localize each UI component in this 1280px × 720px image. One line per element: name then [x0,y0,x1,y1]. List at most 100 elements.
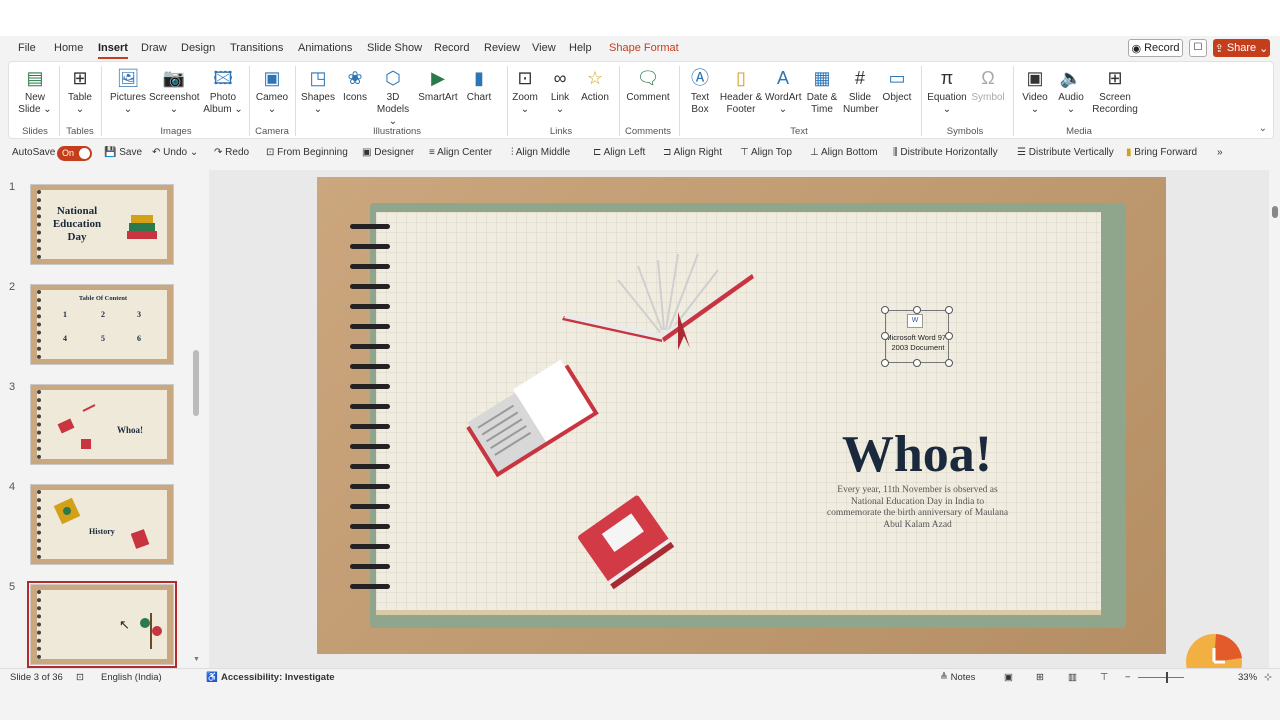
closed-red-book-illustration[interactable] [570,486,680,596]
tab-slide-show[interactable]: Slide Show [367,42,422,54]
notes-button[interactable]: ≜ Notes [940,672,975,683]
language-status[interactable]: English (India) [101,672,162,683]
share-button[interactable]: ⇪ Share ⌄ [1213,39,1270,57]
spellcheck-icon[interactable]: ⊡ [76,672,84,683]
distribute-horizontally-button[interactable]: ⫼ Distribute Horizontally [893,147,998,158]
resize-handle[interactable] [945,332,953,340]
slide-thumbnail-3[interactable]: Whoa! [30,384,174,465]
resize-handle[interactable] [881,359,889,367]
more-commands-icon[interactable]: » [1217,147,1223,158]
header-footer-button[interactable]: ▯ Header & Footer [719,66,763,116]
action-button[interactable]: ☆ Action [577,66,613,104]
align-bottom-button[interactable]: ⊥ Align Bottom [810,147,878,158]
3d-models-button[interactable]: ⬡ 3D Models ⌄ [373,66,413,128]
zoom-button[interactable]: ⊡ Zoom ⌄ [509,66,541,116]
slide-thumbnail-2[interactable]: Table Of Content 1 2 3 4 5 6 [30,284,174,365]
shapes-label: Shapes [301,92,335,103]
tab-record[interactable]: Record [434,42,469,54]
symbol-button[interactable]: Ω Symbol [971,66,1005,104]
icons-button[interactable]: ❀ Icons [339,66,371,104]
reading-view-icon[interactable]: ▥ [1068,672,1077,683]
resize-handle[interactable] [913,306,921,314]
tab-draw[interactable]: Draw [141,42,167,54]
wordart-button[interactable]: A WordArt ⌄ [765,66,802,116]
tab-transitions[interactable]: Transitions [230,42,283,54]
zoom-out-icon[interactable]: − [1125,672,1131,683]
embedded-word-object[interactable]: W Microsoft Word 97 - 2003 Document [881,306,953,367]
save-button[interactable]: 💾 Save [104,147,142,158]
slide-thumbnail-5[interactable]: ↖ [27,581,177,668]
align-center-button[interactable]: ≡ Align Center [429,147,492,158]
photo-album-button[interactable]: 🖾 Photo Album ⌄ [201,66,245,116]
ribbon-tabs: File Home Insert Draw Design Transitions… [0,38,1280,60]
tab-view[interactable]: View [532,42,556,54]
thumbnails-scrollbar[interactable] [193,350,199,416]
tab-insert[interactable]: Insert [98,42,128,59]
redo-button[interactable]: ↷ Redo [214,147,249,158]
normal-view-icon[interactable]: ▣ [1004,672,1013,683]
cameo-button[interactable]: ▣ Cameo ⌄ [253,66,291,116]
open-red-book-illustration[interactable] [460,356,605,484]
tab-review[interactable]: Review [484,42,520,54]
zoom-slider-thumb[interactable] [1166,672,1168,683]
chart-button[interactable]: ▮ Chart [463,66,495,104]
align-top-button[interactable]: ⊤ Align Top [740,147,792,158]
scroll-down-icon[interactable]: ▼ [193,656,200,663]
zoom-slider[interactable] [1138,677,1184,678]
slide-title[interactable]: Whoa! [832,425,1002,484]
bring-forward-button[interactable]: ▮ Bring Forward [1126,147,1197,158]
link-button[interactable]: ∞ Link ⌄ [545,66,575,116]
tab-file[interactable]: File [18,42,36,54]
tab-animations[interactable]: Animations [298,42,352,54]
distribute-vertically-button[interactable]: ☰ Distribute Vertically [1017,147,1114,158]
tab-shape-format[interactable]: Shape Format [609,42,679,54]
slide-description[interactable]: Every year, 11th November is observed as… [825,485,1010,531]
new-slide-button[interactable]: ▤ New Slide ⌄ [15,66,55,116]
fit-to-window-icon[interactable]: ⊹ [1264,672,1272,683]
align-right-button[interactable]: ⊐ Align Right [663,147,722,158]
shapes-button[interactable]: ◳ Shapes ⌄ [299,66,337,116]
resize-handle[interactable] [913,359,921,367]
align-middle-button[interactable]: ⫶ Align Middle [511,147,570,158]
date-time-button[interactable]: ▦ Date & Time [805,66,839,116]
autosave-toggle[interactable]: On [57,146,92,161]
align-left-button[interactable]: ⊏ Align Left [593,147,645,158]
audio-button[interactable]: 🔈 Audio ⌄ [1055,66,1087,116]
slide-thumbnail-1[interactable]: National Education Day [30,184,174,265]
accessibility-status[interactable]: Accessibility: Investigate [221,672,335,683]
video-button[interactable]: ▣ Video ⌄ [1019,66,1051,116]
cursor-icon: ↖ [119,617,130,632]
scroll-thumb[interactable] [1272,206,1278,218]
resize-handle[interactable] [881,332,889,340]
smartart-button[interactable]: ▶ SmartArt [415,66,461,104]
tab-help[interactable]: Help [569,42,592,54]
resize-handle[interactable] [945,359,953,367]
comments-button[interactable]: ☐ [1189,39,1207,57]
designer-button[interactable]: ▣ Designer [362,147,414,158]
table-button[interactable]: ⊞ Table ⌄ [63,66,97,116]
slide-sorter-icon[interactable]: ⊞ [1036,672,1044,683]
pictures-button[interactable]: 🖼 Pictures ⌄ [107,66,149,116]
flying-book-illustration[interactable] [558,246,758,352]
tab-design[interactable]: Design [181,42,215,54]
collapse-ribbon-icon[interactable]: ⌄ [1259,123,1267,134]
slide-thumbnail-4[interactable]: History [30,484,174,565]
screenshot-button[interactable]: 📷 Screenshot ⌄ [149,66,200,116]
undo-button[interactable]: ↶ Undo ⌄ [152,147,198,158]
zoom-level[interactable]: 33% [1238,672,1257,683]
screen-recording-button[interactable]: ⊞ Screen Recording [1091,66,1139,116]
from-beginning-button[interactable]: ⊡ From Beginning [266,147,348,158]
spiral-ring [350,304,390,309]
resize-handle[interactable] [945,306,953,314]
slideshow-view-icon[interactable]: ⊤ [1100,672,1108,683]
slide-number-button[interactable]: # Slide Number [843,66,879,116]
comment-insert-button[interactable]: 🗨 Comment [623,66,673,104]
canvas-scrollbar[interactable] [1269,170,1280,668]
equation-button[interactable]: π Equation ⌄ [925,66,969,116]
object-button[interactable]: ▭ Object [881,66,913,104]
group-slides: Slides [22,126,48,137]
resize-handle[interactable] [881,306,889,314]
record-button[interactable]: ◉ Record [1128,39,1183,57]
text-box-button[interactable]: Ⓐ Text Box [685,66,715,116]
tab-home[interactable]: Home [54,42,83,54]
